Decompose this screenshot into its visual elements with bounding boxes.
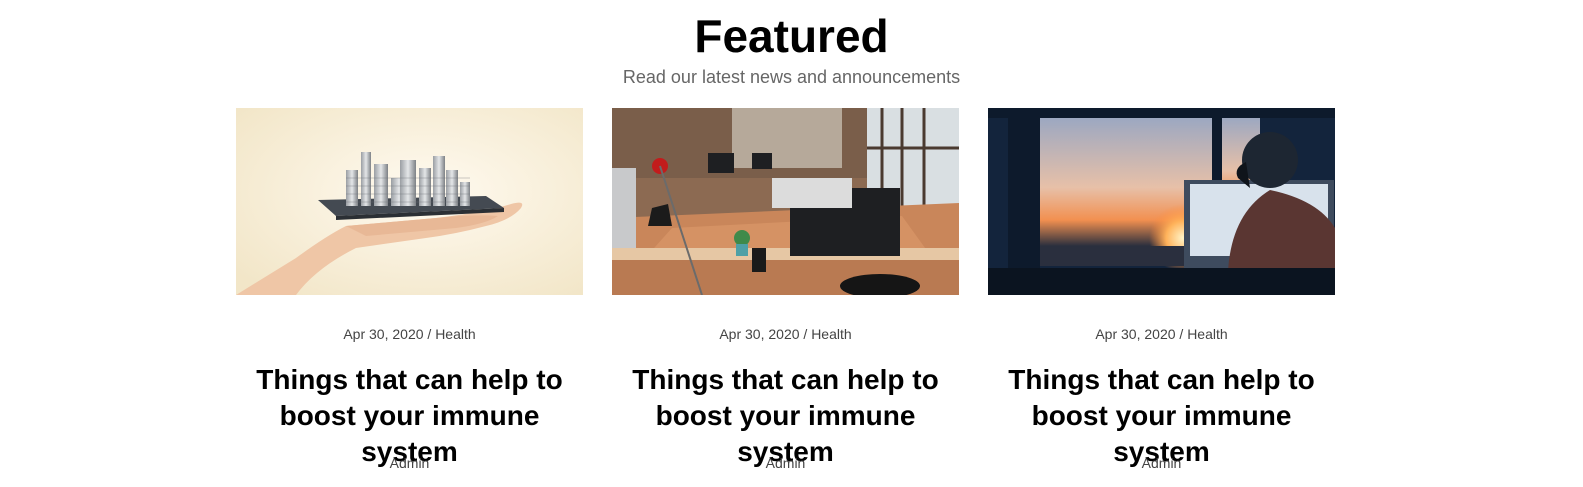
post-date: Apr 30, 2020 (343, 326, 424, 342)
post-category-link[interactable]: Health (811, 326, 851, 342)
post-image-link[interactable] (236, 108, 583, 295)
post-date: Apr 30, 2020 (1095, 326, 1176, 342)
sunset-window-image (988, 108, 1335, 295)
post-card: Apr 30, 2020 / Health Things that can he… (612, 108, 959, 478)
post-image-link[interactable] (988, 108, 1335, 295)
post-card: Apr 30, 2020 / Health Things that can he… (988, 108, 1335, 478)
post-date: Apr 30, 2020 (719, 326, 800, 342)
post-author: Admin (765, 455, 806, 471)
post-meta: Apr 30, 2020 / Health (612, 324, 959, 344)
meta-separator: / (427, 326, 432, 342)
section-title: Featured (694, 10, 889, 62)
office-desks-image (612, 108, 959, 295)
section-subtitle: Read our latest news and announcements (622, 67, 961, 87)
post-author: Admin (1141, 455, 1182, 471)
post-image-link[interactable] (612, 108, 959, 295)
meta-separator: / (803, 326, 808, 342)
hand-holding-city-image (236, 108, 583, 295)
post-category-link[interactable]: Health (435, 326, 475, 342)
featured-section: Featured Read our latest news and announ… (0, 0, 1583, 487)
post-author: Admin (389, 455, 430, 471)
post-meta: Apr 30, 2020 / Health (236, 324, 583, 344)
meta-separator: / (1179, 326, 1184, 342)
post-card: Apr 30, 2020 / Health Things that can he… (236, 108, 583, 478)
post-category-link[interactable]: Health (1187, 326, 1227, 342)
post-meta: Apr 30, 2020 / Health (988, 324, 1335, 344)
